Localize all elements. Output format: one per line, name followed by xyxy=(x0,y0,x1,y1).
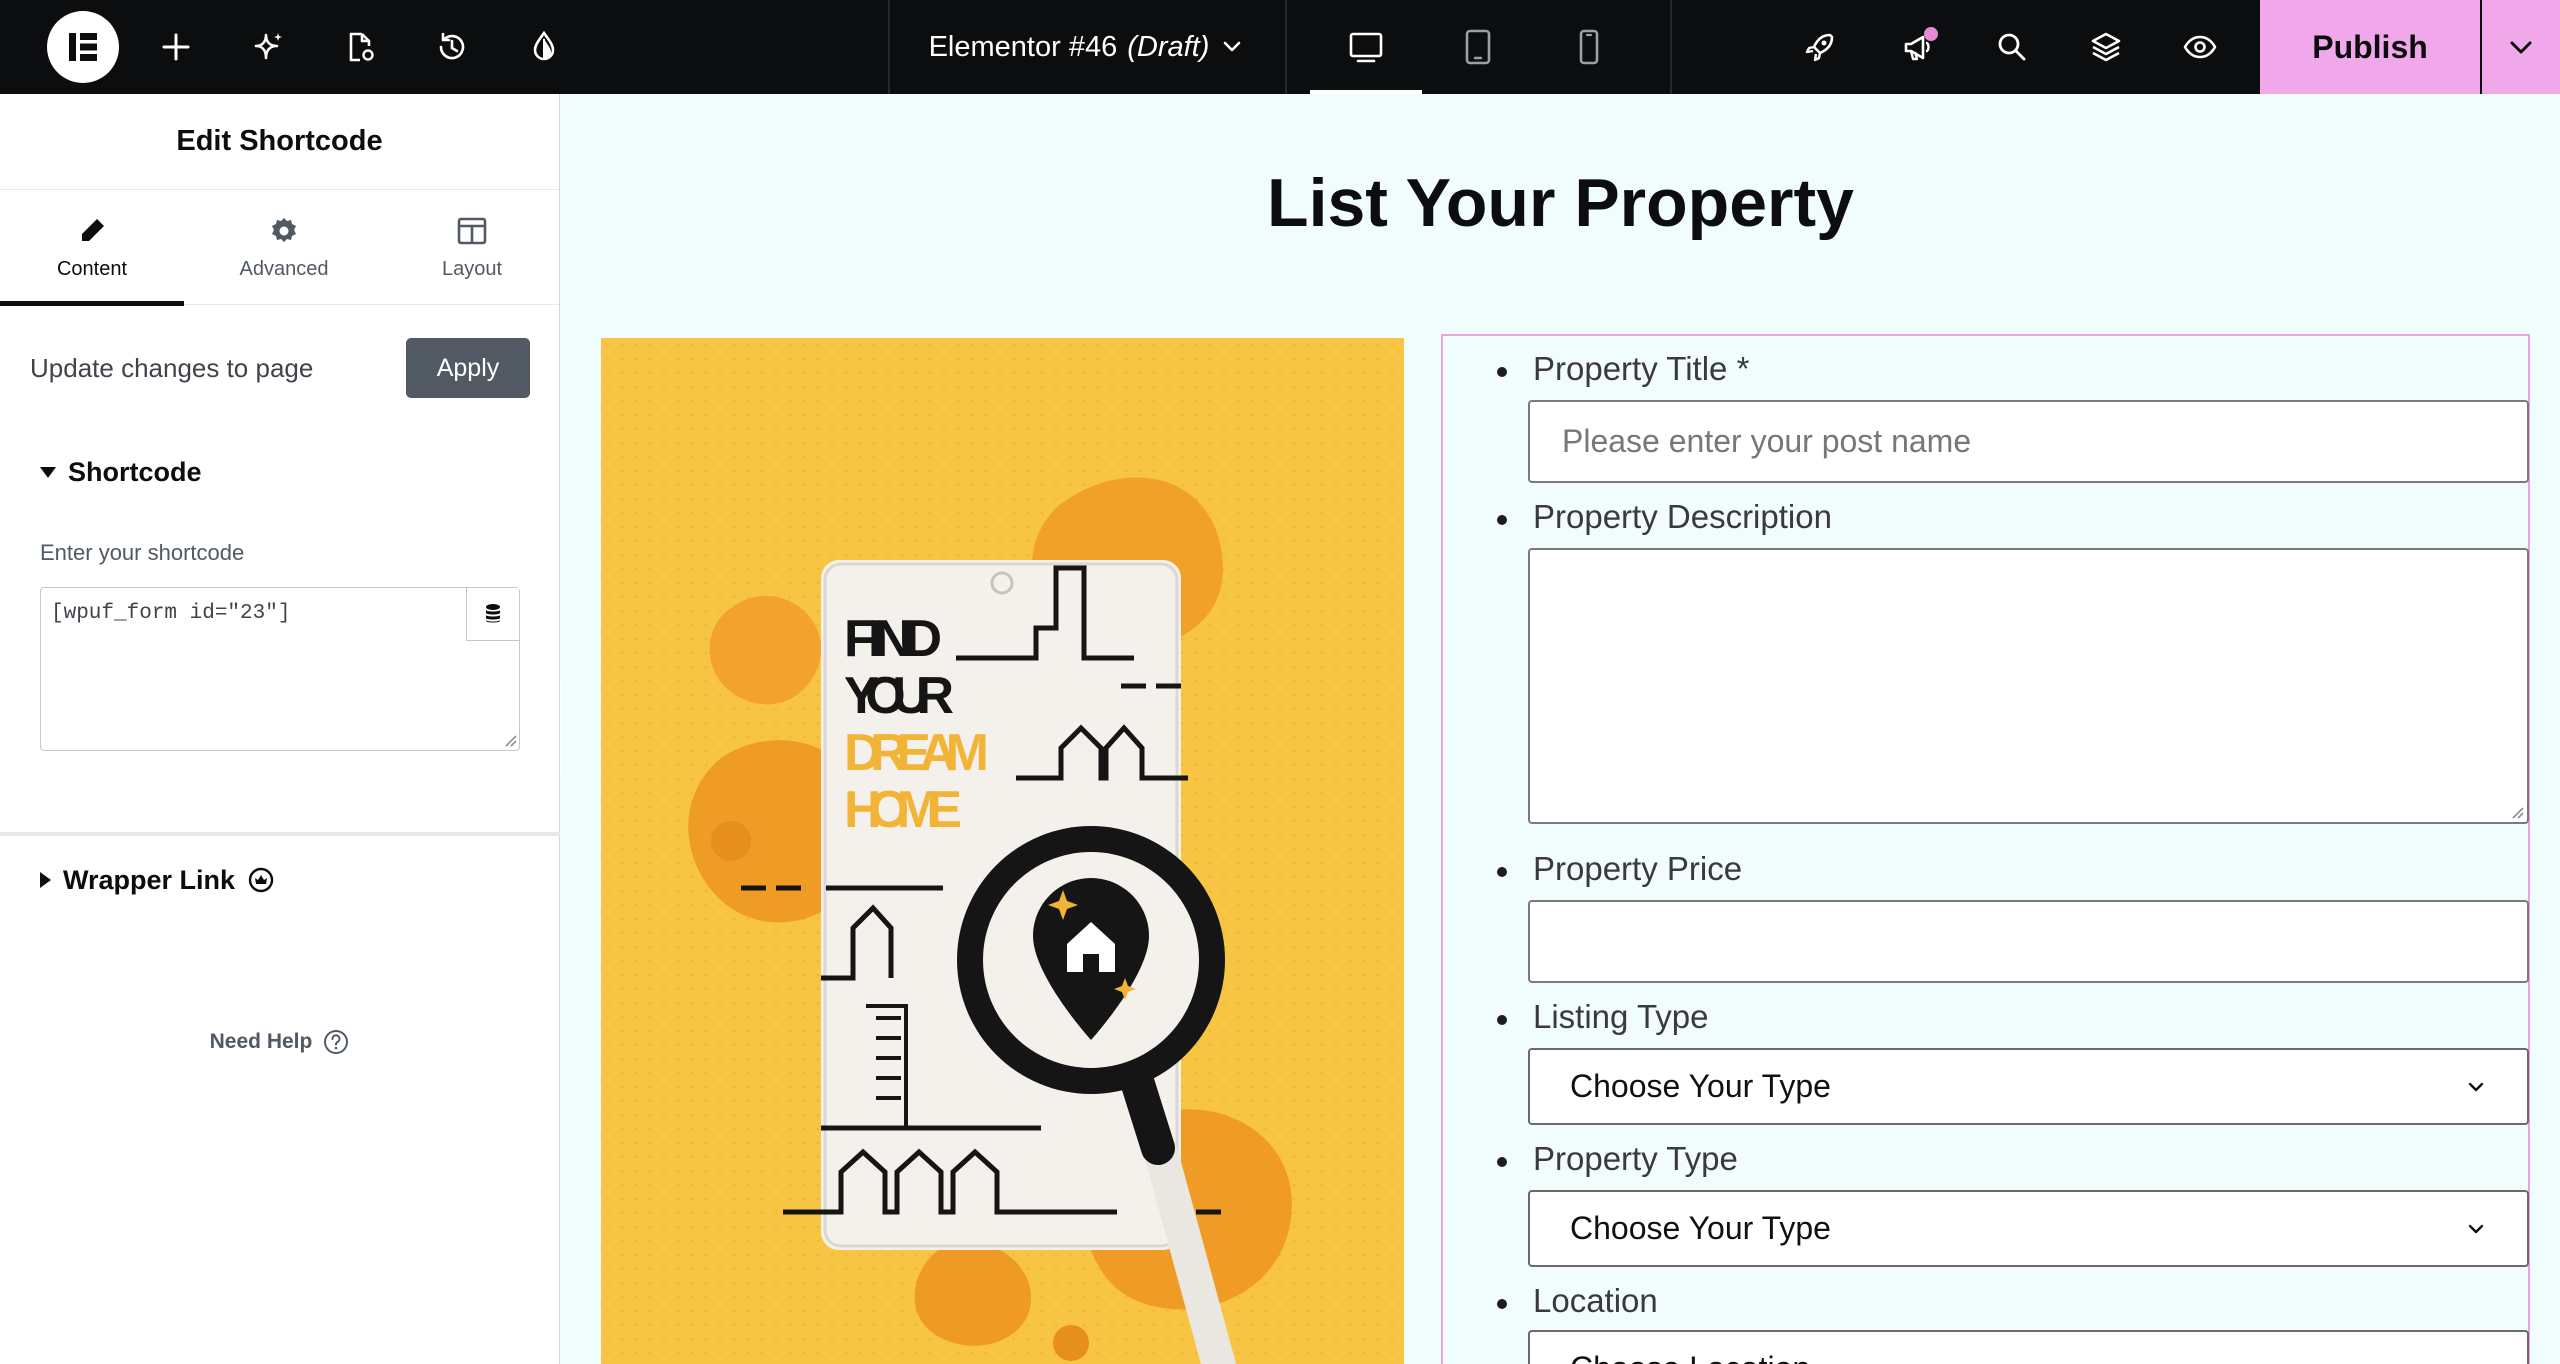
list-bullet xyxy=(1497,367,1507,377)
location-label: Location xyxy=(1533,1282,1658,1319)
chevron-down-icon xyxy=(1224,41,1241,52)
add-element-icon[interactable] xyxy=(152,23,200,71)
hero-text-find: FIND xyxy=(844,610,942,668)
list-bullet xyxy=(1497,515,1507,525)
site-settings-icon[interactable] xyxy=(520,23,568,71)
update-changes-row: Update changes to page Apply xyxy=(30,336,530,400)
mobile-icon[interactable] xyxy=(1533,0,1645,94)
caret-down-icon xyxy=(40,466,56,478)
wrapper-link-section-title: Wrapper Link xyxy=(63,864,236,895)
list-bullet xyxy=(1497,867,1507,877)
listing-type-label: Listing Type xyxy=(1533,998,1709,1035)
list-bullet xyxy=(1497,1299,1507,1309)
shortcode-input[interactable]: [wpuf_form id="23"] xyxy=(40,587,520,751)
hero-text-your: YOUR xyxy=(844,667,954,725)
resize-grip-icon[interactable] xyxy=(500,730,518,748)
document-status: (Draft) xyxy=(1127,30,1210,63)
editor-panel: Edit Shortcode Content Advanced Layout U… xyxy=(0,94,560,1364)
tab-advanced[interactable]: Advanced xyxy=(192,190,376,305)
tab-content[interactable]: Content xyxy=(0,190,184,306)
property-type-select[interactable]: Choose Your Type xyxy=(1528,1190,2529,1267)
search-icon[interactable] xyxy=(1988,23,2036,71)
need-help-label: Need Help xyxy=(209,1030,313,1053)
publish-button[interactable]: Publish xyxy=(2260,0,2480,94)
document-name: Elementor #46 xyxy=(928,30,1118,63)
property-description-textarea[interactable] xyxy=(1528,548,2529,824)
panel-title: Edit Shortcode xyxy=(0,94,559,190)
section-divider xyxy=(0,832,560,836)
property-title-label: Property Title * xyxy=(1533,350,1750,387)
ai-sparkle-icon[interactable] xyxy=(244,23,292,71)
list-bullet xyxy=(1497,1157,1507,1167)
tab-layout-label: Layout xyxy=(441,258,503,280)
panel-tabs: Content Advanced Layout xyxy=(0,190,559,306)
chevron-down-icon xyxy=(2510,41,2532,54)
list-bullet xyxy=(1497,1015,1507,1025)
pencil-icon xyxy=(82,219,104,241)
caret-right-icon xyxy=(40,872,51,888)
apply-button[interactable]: Apply xyxy=(406,338,530,398)
preview-canvas: List Your Property FIND YOUR DREAM HOME … xyxy=(561,94,2560,1364)
property-price-label: Property Price xyxy=(1533,850,1743,887)
layout-columns-icon xyxy=(457,217,487,245)
page-settings-icon[interactable] xyxy=(336,23,384,71)
history-icon[interactable] xyxy=(428,23,476,71)
property-form-widget[interactable]: Property Title * Please enter your post … xyxy=(1441,334,2530,1364)
update-changes-label: Update changes to page xyxy=(30,352,314,383)
hero-image[interactable]: FIND YOUR DREAM HOME xyxy=(601,338,1404,1364)
tab-content-label: Content xyxy=(56,258,128,280)
desktop-icon[interactable] xyxy=(1310,0,1422,94)
listing-type-value: Choose Your Type xyxy=(1570,1068,1831,1104)
separator xyxy=(1670,0,1672,94)
hero-text-dream: DREAM xyxy=(844,724,989,782)
separator xyxy=(1285,0,1287,94)
chevron-down-icon xyxy=(2468,1082,2484,1091)
wrapper-link-section-toggle[interactable]: Wrapper Link xyxy=(40,860,275,900)
hero-text-home: HOME xyxy=(844,781,962,839)
chevron-down-icon xyxy=(2468,1224,2484,1233)
preview-eye-icon[interactable] xyxy=(2176,23,2224,71)
location-value: Choose Location xyxy=(1570,1350,1810,1364)
tab-advanced-label: Advanced xyxy=(239,258,329,280)
pro-crown-icon xyxy=(248,867,274,893)
property-description-label: Property Description xyxy=(1533,498,1832,535)
shortcode-field-label: Enter your shortcode xyxy=(40,540,245,565)
resize-grip-icon[interactable] xyxy=(2507,802,2525,820)
document-title-menu[interactable]: Elementor #46 (Draft) xyxy=(890,0,1284,94)
help-icon xyxy=(324,1030,349,1054)
dynamic-tags-button[interactable] xyxy=(466,588,519,641)
property-title-input[interactable]: Please enter your post name xyxy=(1528,400,2529,483)
shortcode-section-toggle[interactable]: Shortcode xyxy=(40,452,202,492)
page-title[interactable]: List Your Property xyxy=(561,164,2560,242)
listing-type-select[interactable]: Choose Your Type xyxy=(1528,1048,2529,1125)
elementor-logo-icon[interactable] xyxy=(47,11,119,83)
shortcode-section-title: Shortcode xyxy=(68,456,202,487)
location-select[interactable]: Choose Location xyxy=(1528,1330,2529,1364)
top-bar: Elementor #46 (Draft) Publish xyxy=(0,0,2560,94)
layers-icon[interactable] xyxy=(2082,23,2130,71)
rocket-icon[interactable] xyxy=(1796,23,1844,71)
publish-options-button[interactable] xyxy=(2482,0,2560,94)
database-icon xyxy=(486,604,500,623)
gear-icon xyxy=(272,218,296,242)
property-type-value: Choose Your Type xyxy=(1570,1210,1831,1246)
tab-layout[interactable]: Layout xyxy=(380,190,564,305)
tablet-icon[interactable] xyxy=(1422,0,1534,94)
megaphone-icon[interactable] xyxy=(1894,23,1942,71)
notification-dot xyxy=(1924,27,1938,41)
property-type-label: Property Type xyxy=(1533,1140,1738,1177)
need-help-link[interactable]: Need Help xyxy=(0,1028,560,1056)
property-price-input[interactable] xyxy=(1528,900,2529,983)
